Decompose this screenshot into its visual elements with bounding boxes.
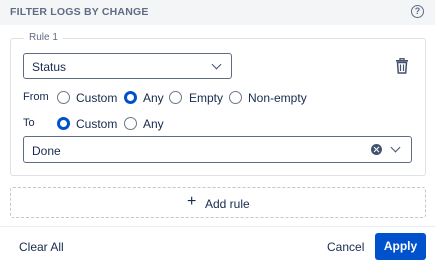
cancel-button[interactable]: Cancel	[327, 240, 364, 254]
value-select-value: Done	[32, 144, 61, 158]
plus-icon: +	[187, 193, 197, 210]
from-radio-empty[interactable]	[169, 91, 182, 104]
apply-button[interactable]: Apply	[375, 233, 426, 260]
footer-divider	[0, 226, 435, 227]
value-select[interactable]: Done	[23, 136, 412, 163]
from-option-empty-label: Empty	[189, 91, 224, 105]
to-option-any-label: Any	[143, 117, 164, 131]
clear-icon[interactable]	[371, 144, 382, 155]
to-radio-custom[interactable]	[57, 117, 70, 130]
dialog-title: FILTER LOGS BY CHANGE	[10, 6, 149, 18]
to-label: To	[23, 117, 35, 129]
field-select[interactable]: Status	[23, 53, 232, 79]
dialog-header: FILTER LOGS BY CHANGE ?	[0, 0, 435, 25]
field-select-value: Status	[32, 60, 67, 74]
from-option-custom-label: Custom	[76, 91, 118, 105]
rule-legend: Rule 1	[24, 32, 63, 43]
from-label: From	[23, 91, 49, 103]
from-radio-any[interactable]	[124, 91, 137, 104]
trash-icon[interactable]	[395, 58, 409, 74]
from-radio-custom[interactable]	[57, 91, 70, 104]
chevron-down-icon[interactable]	[390, 142, 401, 153]
from-option-any-label: Any	[143, 91, 164, 105]
from-radio-non-empty[interactable]	[229, 91, 242, 104]
add-rule-button[interactable]: + Add rule	[10, 187, 426, 218]
from-option-non-empty-label: Non-empty	[248, 91, 307, 105]
clear-all-button[interactable]: Clear All	[19, 240, 64, 254]
add-rule-label: Add rule	[205, 197, 250, 211]
to-option-custom-label: Custom	[76, 117, 118, 131]
chevron-down-icon	[211, 59, 222, 70]
help-icon[interactable]: ?	[411, 5, 424, 18]
to-radio-any[interactable]	[124, 117, 137, 130]
